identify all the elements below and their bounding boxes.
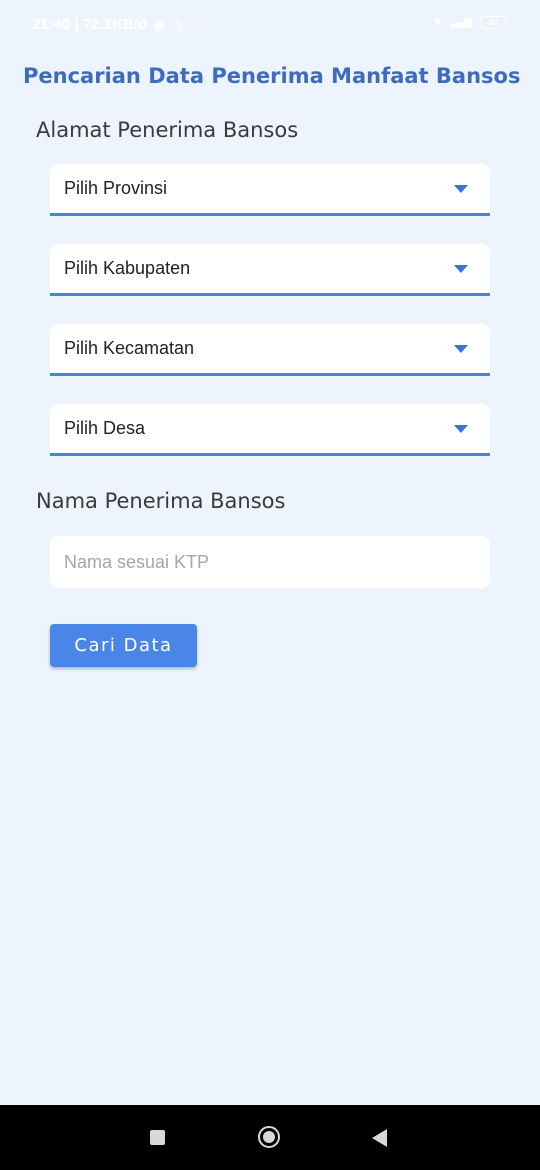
status-left: 21:40 | 72.1KB/d ▣ ◷ ···: [32, 16, 202, 33]
dropdown-arrow-icon: [454, 425, 468, 433]
regency-dropdown[interactable]: Pilih Kabupaten: [50, 244, 490, 296]
province-dropdown-label: Pilih Provinsi: [64, 178, 168, 198]
more-notifications: ···: [188, 17, 202, 32]
back-icon[interactable]: [372, 1129, 387, 1147]
recent-apps-icon[interactable]: [150, 1130, 165, 1145]
village-dropdown[interactable]: Pilih Desa: [50, 404, 490, 456]
status-bar: 21:40 | 72.1KB/d ▣ ◷ ··· ✱ ▂▄▆ 61: [0, 0, 540, 50]
status-right: ✱ ▂▄▆ 61: [433, 16, 508, 29]
search-data-button[interactable]: Cari Data: [50, 624, 197, 667]
district-dropdown[interactable]: Pilih Kecamatan: [50, 324, 490, 376]
province-dropdown[interactable]: Pilih Provinsi: [50, 164, 490, 216]
status-time-speed: 21:40 | 72.1KB/d: [32, 16, 148, 33]
home-icon[interactable]: [258, 1126, 280, 1148]
battery-level: 61: [489, 18, 499, 27]
address-section-title: Alamat Penerima Bansos: [36, 118, 299, 142]
page-title: Pencarian Data Penerima Manfaat Bansos: [23, 64, 521, 88]
name-section-title: Nama Penerima Bansos: [36, 489, 286, 513]
alarm-icon: ◷: [171, 16, 183, 32]
gallery-notification-icon: ▣: [153, 16, 166, 32]
bluetooth-icon: ✱: [433, 17, 442, 28]
dropdown-arrow-icon: [454, 185, 468, 193]
battery-icon: 61: [480, 16, 508, 29]
signal-icon: ▂▄▆: [449, 17, 472, 28]
navigation-bar: [0, 1105, 540, 1170]
regency-dropdown-label: Pilih Kabupaten: [64, 258, 191, 278]
dropdown-arrow-icon: [454, 345, 468, 353]
village-dropdown-label: Pilih Desa: [64, 418, 146, 438]
recipient-name-input[interactable]: [50, 536, 490, 588]
district-dropdown-label: Pilih Kecamatan: [64, 338, 195, 358]
dropdown-arrow-icon: [454, 265, 468, 273]
